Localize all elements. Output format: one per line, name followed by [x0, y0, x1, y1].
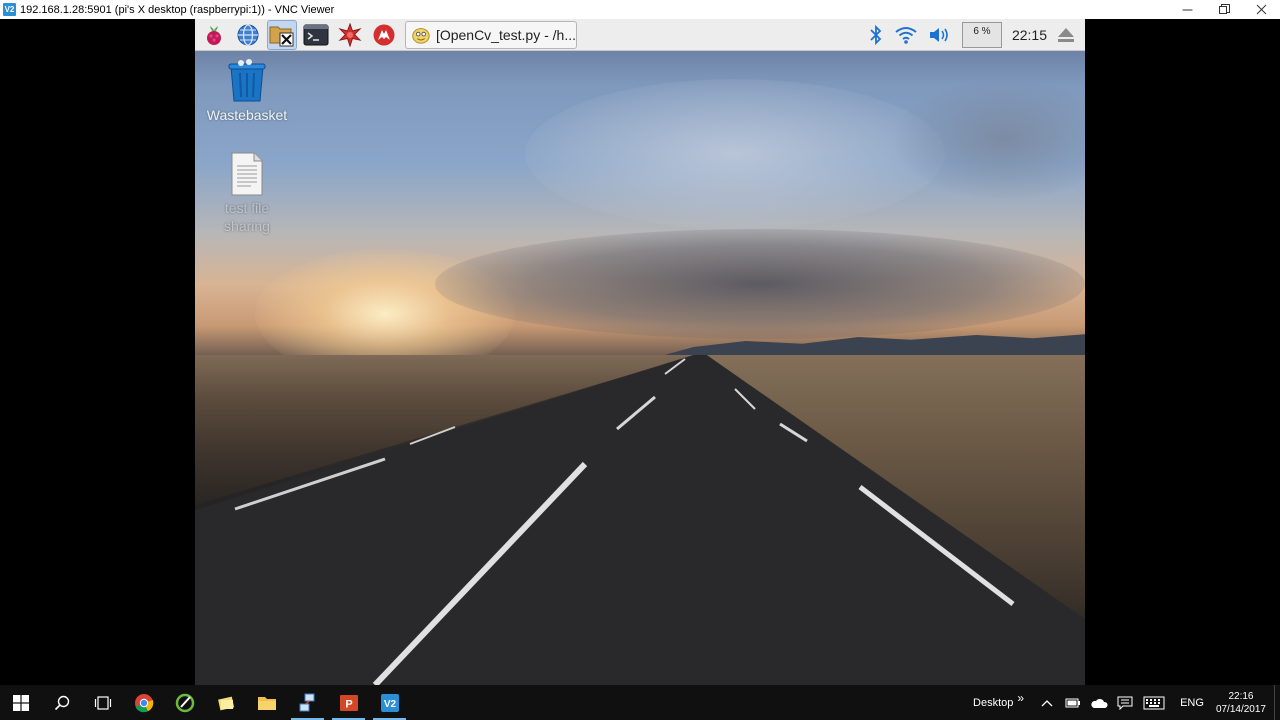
powerpoint-button[interactable]: P	[328, 685, 369, 720]
file-explorer-button[interactable]	[246, 685, 287, 720]
wifi-icon	[895, 27, 917, 44]
cpu-usage-readout: 6 %	[961, 22, 1002, 48]
volume-icon	[929, 28, 948, 42]
minimize-icon	[1182, 9, 1193, 11]
vnc-logo-icon: V2	[3, 3, 16, 16]
sticky-notes-icon	[217, 696, 234, 710]
taskbar-clock[interactable]: 22:16 07/14/2017	[1216, 690, 1266, 716]
toolbar-chevron-icon[interactable]: »	[1017, 691, 1024, 705]
chrome-button[interactable]	[123, 685, 164, 720]
task-view-button[interactable]	[82, 685, 123, 720]
web-browser-launcher[interactable]	[233, 20, 263, 50]
terminal-icon	[303, 24, 329, 45]
svg-text:V2: V2	[383, 699, 396, 710]
desktop-icon-label-line2: sharing	[224, 218, 270, 234]
vnc-titlebar[interactable]: V2 192.168.1.28:5901 (pi's X desktop (ra…	[0, 0, 1280, 19]
eject-button[interactable]	[1057, 25, 1075, 45]
globe-icon	[237, 23, 259, 46]
folder-close-icon	[269, 26, 294, 46]
windows-taskbar: P V2 Desktop » ENG 22:16 07/14/2017	[0, 685, 1280, 720]
bluetooth-icon	[870, 25, 882, 45]
show-desktop-button[interactable]	[1274, 685, 1280, 720]
wolfram-icon	[373, 24, 395, 45]
raspberry-menu-button[interactable]	[199, 20, 229, 50]
mathematica-launcher[interactable]	[335, 20, 365, 50]
restore-icon	[1219, 4, 1230, 14]
document-icon	[231, 152, 263, 196]
battery-icon	[1065, 698, 1081, 707]
folder-icon	[257, 696, 276, 710]
windows-notification-area: Desktop » ENG 22:16 07/14/2017	[973, 685, 1280, 720]
mathematica-icon	[338, 22, 362, 47]
chevron-up-icon	[1041, 699, 1053, 706]
terminal-launcher[interactable]	[301, 20, 331, 50]
desktop-icon-test-file-sharing[interactable]: test file sharing	[197, 152, 297, 235]
svg-text:P: P	[345, 698, 352, 710]
lane-markings	[234, 358, 1015, 685]
search-button[interactable]	[41, 685, 82, 720]
windows-logo-icon	[12, 694, 29, 711]
onedrive-button[interactable]	[1086, 685, 1112, 720]
stylus-app-icon	[175, 693, 194, 712]
notes-app-button[interactable]	[205, 685, 246, 720]
close-icon	[1256, 4, 1267, 15]
desktop-icon-label: Wastebasket	[206, 107, 288, 123]
start-button[interactable]	[0, 685, 41, 720]
wifi-button[interactable]	[894, 25, 918, 45]
chrome-icon	[134, 693, 153, 712]
eject-icon	[1058, 28, 1074, 42]
cloud-icon	[1091, 698, 1108, 708]
touch-keyboard-button[interactable]	[1138, 685, 1170, 720]
network-icon	[299, 693, 314, 711]
close-button[interactable]	[1243, 0, 1280, 19]
window-title: 192.168.1.28:5901 (pi's X desktop (raspb…	[20, 3, 335, 16]
volume-button[interactable]	[928, 25, 952, 45]
vnc-viewer-icon: V2	[380, 693, 399, 712]
powerpoint-icon: P	[339, 694, 358, 711]
network-app-button[interactable]	[287, 685, 328, 720]
desktop-icon-label: test file	[224, 200, 270, 216]
bluetooth-button[interactable]	[868, 25, 884, 45]
task-button-label: [OpenCv_test.py - /h...	[435, 26, 576, 43]
window-controls	[1169, 0, 1280, 19]
action-center-button[interactable]	[1112, 685, 1138, 720]
restore-button[interactable]	[1206, 0, 1243, 19]
pi-system-tray: 6 % 22:15	[868, 19, 1085, 51]
panel-clock[interactable]: 22:15	[1012, 27, 1047, 43]
task-view-icon	[94, 695, 111, 710]
battery-button[interactable]	[1060, 685, 1086, 720]
taskbar-time: 22:16	[1228, 690, 1254, 702]
show-hidden-icons-button[interactable]	[1034, 685, 1060, 720]
input-language-indicator[interactable]: ENG	[1180, 697, 1204, 709]
keyboard-icon	[1143, 696, 1165, 709]
desktop-icon-wastebasket[interactable]: Wastebasket	[197, 59, 297, 124]
python-idle-icon	[412, 27, 430, 44]
task-button-opencv-test[interactable]: [OpenCv_test.py - /h...	[405, 20, 577, 49]
cpu-monitor[interactable]: 6 %	[961, 22, 1002, 48]
vnc-viewer-button[interactable]: V2	[369, 685, 410, 720]
raspberry-icon	[207, 25, 221, 45]
file-manager-launcher[interactable]	[267, 19, 297, 50]
stylus-app-button[interactable]	[164, 685, 205, 720]
desktop-toolbar-label[interactable]: Desktop	[973, 697, 1013, 709]
minimize-button[interactable]	[1169, 0, 1206, 19]
wastebasket-icon	[228, 59, 266, 102]
clock-text: 22:15	[1011, 27, 1047, 43]
search-icon	[54, 695, 69, 710]
taskbar-date: 07/14/2017	[1215, 703, 1266, 715]
message-icon	[1117, 696, 1133, 710]
pi-top-panel: [OpenCv_test.py - /h... 6 % 22:15	[195, 19, 1085, 51]
wolfram-launcher[interactable]	[369, 20, 399, 50]
desktop-wallpaper[interactable]: Wastebasket test file sharing	[195, 19, 1085, 685]
